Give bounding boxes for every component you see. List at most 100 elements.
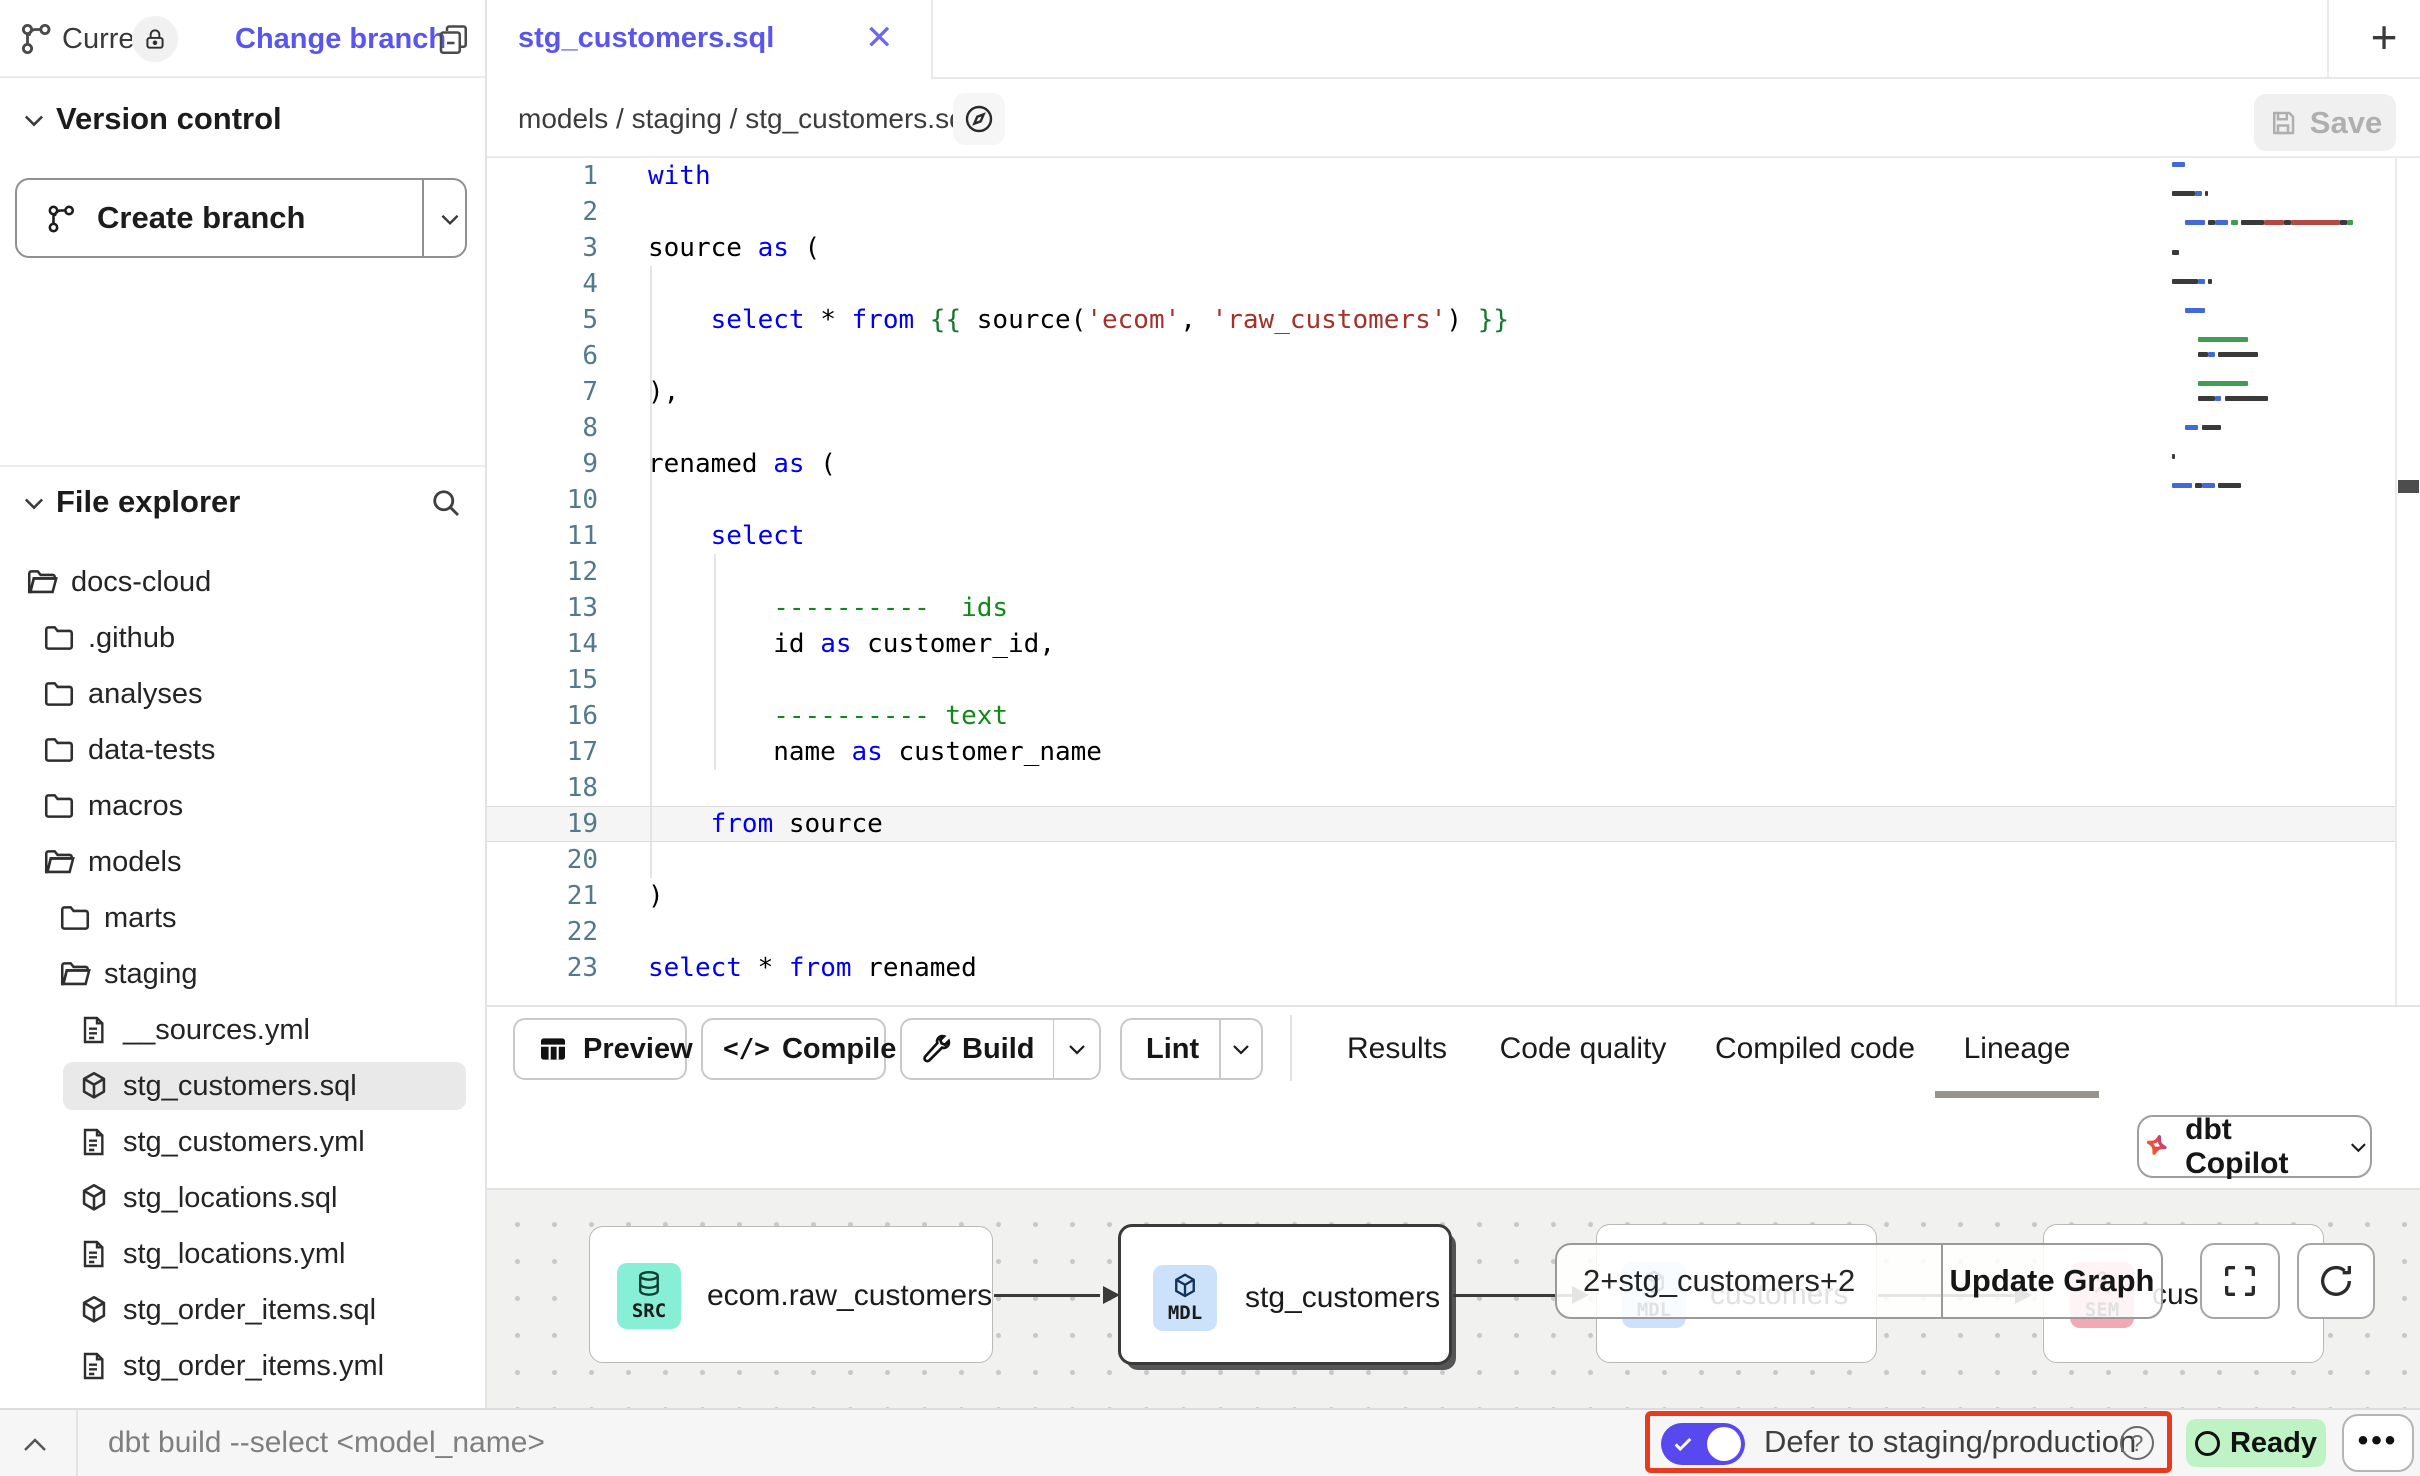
line-number: 2 <box>487 194 598 230</box>
fullscreen-button[interactable] <box>2200 1243 2280 1319</box>
tree-item-stg-locations-sql[interactable]: stg_locations.sql <box>0 1170 485 1226</box>
code-line-21: 21) <box>487 878 2420 914</box>
file-tree: docs-cloud.githubanalysesdata-testsmacro… <box>0 554 485 1394</box>
preview-button[interactable]: Preview <box>513 1018 687 1080</box>
code-text: select <box>648 518 805 554</box>
result-tab-lineage[interactable]: Lineage <box>1964 1018 2071 1080</box>
build-button[interactable]: Build <box>900 1018 1101 1080</box>
code-line-14: 14 id as customer_id, <box>487 626 2420 662</box>
create-branch-button[interactable]: Create branch <box>15 178 467 258</box>
code-line-17: 17 name as customer_name <box>487 734 2420 770</box>
tree-item-label: marts <box>104 890 177 946</box>
divider <box>2395 158 2397 1005</box>
lint-dropdown[interactable] <box>1221 1037 1261 1061</box>
defer-toggle[interactable] <box>1661 1423 1745 1465</box>
tree-item-label: .github <box>88 610 175 666</box>
code-line-23: 23 select * from renamed <box>487 950 2420 986</box>
lineage-canvas[interactable]: SRCecom.raw_customers MDLstg_customersMDL… <box>487 1188 2420 1408</box>
search-icon[interactable] <box>428 485 464 526</box>
result-tab-results[interactable]: Results <box>1347 1018 1447 1080</box>
split-divider <box>422 180 424 256</box>
version-control-section-header[interactable]: Version control <box>0 84 485 154</box>
code-text: ---------- ids <box>648 590 1008 626</box>
line-number: 1 <box>487 158 598 194</box>
tree-item-stg-locations-yml[interactable]: stg_locations.yml <box>0 1226 485 1282</box>
tab-stg-customers[interactable]: stg_customers.sql ✕ <box>487 0 933 79</box>
status-ring-icon <box>2195 1431 2220 1456</box>
table-icon <box>537 1033 569 1065</box>
help-icon[interactable]: ? <box>2120 1426 2154 1460</box>
code-text: select * from renamed <box>648 950 977 986</box>
chevron-down-icon <box>2347 1135 2370 1159</box>
node-label: ecom.raw_customers <box>707 1277 992 1315</box>
copy-icon[interactable] <box>435 22 471 63</box>
tree-item-stg-customers-yml[interactable]: stg_customers.yml <box>0 1114 485 1170</box>
toggle-knob <box>1707 1427 1741 1461</box>
code-text: ), <box>648 374 679 410</box>
tree-item-label: stg_customers.yml <box>123 1114 365 1170</box>
lineage-node-ecom-raw-customers[interactable]: SRCecom.raw_customers <box>589 1226 993 1363</box>
code-line-7: 7), <box>487 374 2420 410</box>
tree-item-label: data-tests <box>88 722 215 778</box>
status-ready-badge: Ready <box>2186 1419 2326 1467</box>
minimap-line <box>2231 220 2238 225</box>
result-tab-code-quality[interactable]: Code quality <box>1500 1018 1667 1080</box>
tree-item-label: models <box>88 834 182 890</box>
code-lines: 1with23source as (45 select * from {{ so… <box>487 158 2420 986</box>
line-number: 10 <box>487 482 598 518</box>
tree-item-staging[interactable]: staging <box>0 946 485 1002</box>
lint-button[interactable]: Lint <box>1120 1018 1263 1080</box>
code-editor[interactable]: 1with23source as (45 select * from {{ so… <box>487 158 2420 1005</box>
dbt-copilot-button[interactable]: dbt Copilot <box>2137 1115 2372 1178</box>
line-number: 6 <box>487 338 598 374</box>
minimap[interactable] <box>2172 160 2397 660</box>
tree-item-macros[interactable]: macros <box>0 778 485 834</box>
change-branch-link[interactable]: Change branch <box>235 0 446 78</box>
refresh-button[interactable] <box>2297 1243 2375 1319</box>
code-line-20: 20 <box>487 842 2420 878</box>
minimap-line <box>2208 220 2215 225</box>
tree-item--sources-yml[interactable]: __sources.yml <box>0 1002 485 1058</box>
new-tab-button[interactable]: + <box>2349 0 2419 77</box>
line-number: 13 <box>487 590 598 626</box>
line-number: 23 <box>487 950 598 986</box>
code-text: with <box>648 158 711 194</box>
close-icon[interactable]: ✕ <box>865 18 894 58</box>
line-number: 3 <box>487 230 598 266</box>
tree-item--github[interactable]: .github <box>0 610 485 666</box>
line-number: 5 <box>487 302 598 338</box>
compile-button[interactable]: </> Compile <box>701 1018 886 1080</box>
badge-label: MDL <box>1168 1302 1202 1324</box>
minimap-line <box>2172 279 2198 284</box>
code-line-6: 6 <box>487 338 2420 374</box>
tree-item-models[interactable]: models <box>0 834 485 890</box>
file-explorer-section-header[interactable]: File explorer <box>0 465 485 535</box>
tree-item-marts[interactable]: marts <box>0 890 485 946</box>
tree-item-data-tests[interactable]: data-tests <box>0 722 485 778</box>
tree-item-stg-order-items-sql[interactable]: stg_order_items.sql <box>0 1282 485 1338</box>
code-line-18: 18 <box>487 770 2420 806</box>
chevron-up-icon[interactable] <box>20 1434 50 1461</box>
update-graph-button[interactable]: Update Graph <box>1943 1245 2161 1317</box>
lineage-selector-overlay: 2+stg_customers+2 Update Graph <box>1555 1243 2163 1319</box>
minimap-line <box>2291 220 2341 225</box>
minimap-line <box>2172 191 2195 196</box>
build-dropdown[interactable] <box>1054 1037 1099 1061</box>
tree-item-docs-cloud[interactable]: docs-cloud <box>0 554 485 610</box>
code-line-11: 11 select <box>487 518 2420 554</box>
minimap-line <box>2347 220 2354 225</box>
result-tab-compiled-code[interactable]: Compiled code <box>1715 1018 1915 1080</box>
command-input[interactable]: dbt build --select <model_name> <box>108 1410 545 1476</box>
save-button[interactable]: Save <box>2254 94 2396 151</box>
compass-icon[interactable] <box>953 93 1005 145</box>
wrench-icon <box>920 1033 952 1065</box>
lineage-node-stg-customers[interactable]: MDLstg_customers <box>1118 1224 1452 1365</box>
refresh-icon <box>2316 1261 2356 1301</box>
more-options-button[interactable]: ••• <box>2342 1414 2414 1472</box>
tree-item-label: stg_locations.sql <box>123 1170 337 1226</box>
create-branch-dropdown[interactable] <box>437 206 463 237</box>
tree-item-stg-customers-sql[interactable]: stg_customers.sql <box>0 1058 485 1114</box>
tree-item-analyses[interactable]: analyses <box>0 666 485 722</box>
tree-item-stg-order-items-yml[interactable]: stg_order_items.yml <box>0 1338 485 1394</box>
lineage-selector-input[interactable]: 2+stg_customers+2 <box>1557 1245 1941 1317</box>
